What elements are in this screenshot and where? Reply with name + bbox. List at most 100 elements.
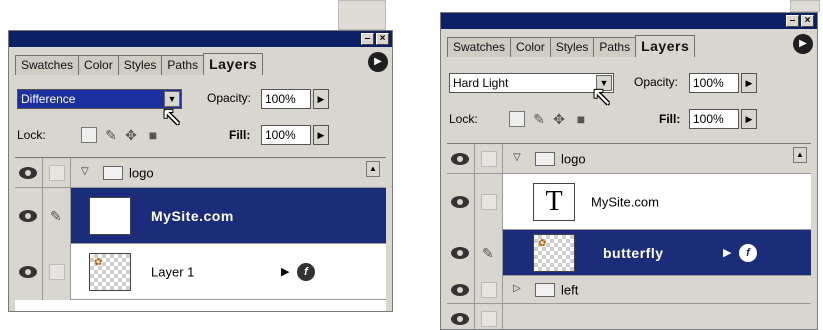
- expand-triangle-icon[interactable]: ▽: [81, 166, 89, 177]
- tab-styles[interactable]: Styles: [117, 55, 163, 75]
- layer-row[interactable]: T MySite.com: [71, 188, 386, 244]
- eye-icon[interactable]: [451, 247, 469, 259]
- layer-group-row[interactable]: ▽ logo ▲: [447, 144, 811, 174]
- layer-thumbnail: ✿: [89, 252, 131, 291]
- link-cell: [475, 174, 503, 230]
- lock-all-icon[interactable]: ■: [145, 127, 161, 143]
- layer-name: Layer 1: [151, 264, 195, 279]
- lock-brush-icon[interactable]: ✎: [531, 111, 547, 127]
- fill-arrow-icon[interactable]: ▶: [313, 125, 329, 145]
- link-box[interactable]: [481, 150, 497, 167]
- fill-field[interactable]: 100%: [261, 125, 311, 145]
- layer-group-row[interactable]: ▷ left: [447, 276, 811, 304]
- eye-icon[interactable]: [19, 266, 37, 278]
- lock-move-icon[interactable]: ✥: [551, 111, 567, 127]
- layer-effects-icon[interactable]: f: [739, 243, 757, 262]
- tab-color[interactable]: Color: [78, 55, 119, 75]
- effects-arrow-icon[interactable]: ▶: [723, 246, 731, 259]
- blend-mode-value: Difference: [21, 92, 76, 106]
- brush-icon[interactable]: ✎: [482, 245, 494, 261]
- eye-icon[interactable]: [451, 196, 469, 208]
- link-box[interactable]: [481, 281, 497, 298]
- eye-cell: [447, 230, 475, 276]
- layers-panel-left: – × Swatches Color Styles Paths Layers ▶…: [8, 30, 393, 312]
- lock-transparency-icon[interactable]: [81, 127, 97, 143]
- butterfly-icon: ✿: [538, 237, 547, 249]
- group-name: logo: [129, 165, 154, 180]
- tab-layers[interactable]: Layers: [203, 53, 264, 75]
- layer-thumbnail: ✿: [533, 233, 575, 272]
- scroll-up-icon[interactable]: ▲: [366, 161, 380, 177]
- tab-paths[interactable]: Paths: [593, 37, 637, 57]
- group-name: logo: [561, 151, 586, 166]
- opacity-arrow-icon[interactable]: ▶: [741, 73, 757, 93]
- link-cell: [43, 244, 71, 300]
- fill-label: Fill:: [659, 112, 681, 126]
- fill-arrow-icon[interactable]: ▶: [741, 109, 757, 129]
- tab-swatches[interactable]: Swatches: [447, 37, 512, 57]
- layer-row[interactable]: T MySite.com: [503, 174, 811, 230]
- tab-styles[interactable]: Styles: [549, 37, 595, 57]
- lock-transparency-icon[interactable]: [509, 111, 525, 127]
- blend-mode-value: Hard Light: [453, 76, 509, 90]
- expand-triangle-icon[interactable]: ▽: [513, 152, 521, 163]
- panel-tabs: Swatches Color Styles Paths Layers: [447, 33, 811, 57]
- lock-move-icon[interactable]: ✥: [123, 127, 139, 143]
- effects-arrow-icon[interactable]: ▶: [281, 265, 289, 278]
- type-layer-thumbnail: T: [533, 182, 575, 221]
- folder-icon: [535, 282, 555, 297]
- group-name: left: [561, 282, 579, 297]
- fill-label: Fill:: [229, 128, 251, 142]
- tab-color[interactable]: Color: [510, 37, 551, 57]
- tab-layers[interactable]: Layers: [635, 35, 696, 57]
- eye-icon[interactable]: [19, 166, 37, 179]
- panel-menu-arrow-icon[interactable]: ▶: [368, 52, 388, 72]
- panel-tabs: Swatches Color Styles Paths Layers: [15, 51, 386, 75]
- panel-menu-arrow-icon[interactable]: ▶: [793, 34, 813, 54]
- link-box[interactable]: [49, 164, 65, 181]
- layer-effects-icon[interactable]: f: [297, 262, 315, 281]
- opacity-label: Opacity:: [634, 75, 679, 89]
- scroll-up-icon[interactable]: ▲: [793, 147, 807, 163]
- eye-cell: [15, 188, 43, 244]
- layer-group-row[interactable]: [447, 304, 811, 329]
- butterfly-icon: ✿: [94, 256, 103, 268]
- tab-paths[interactable]: Paths: [161, 55, 205, 75]
- eye-icon[interactable]: [451, 152, 469, 165]
- mouse-cursor-icon: ↖: [591, 81, 613, 111]
- tab-swatches[interactable]: Swatches: [15, 55, 80, 75]
- link-box[interactable]: [481, 194, 497, 210]
- opacity-field[interactable]: 100%: [689, 73, 739, 93]
- eye-icon[interactable]: [451, 312, 469, 325]
- fill-field[interactable]: 100%: [689, 109, 739, 129]
- brush-icon[interactable]: ✎: [50, 208, 62, 224]
- eye-cell: [15, 244, 43, 300]
- link-box[interactable]: [481, 310, 497, 327]
- opacity-field[interactable]: 100%: [261, 89, 311, 109]
- layer-name: MySite.com: [591, 194, 659, 209]
- eye-icon[interactable]: [451, 283, 469, 296]
- lock-all-icon[interactable]: ■: [573, 111, 589, 127]
- close-icon[interactable]: ×: [801, 15, 814, 27]
- minimize-icon[interactable]: –: [361, 33, 374, 45]
- layer-group-row[interactable]: ▽ logo ▲: [15, 158, 386, 188]
- layer-name: MySite.com: [151, 207, 234, 224]
- minimize-icon[interactable]: –: [786, 15, 799, 27]
- eye-cell: [447, 174, 475, 230]
- blend-mode-select[interactable]: Hard Light ▼: [449, 73, 614, 93]
- folder-icon: [103, 165, 123, 180]
- close-icon[interactable]: ×: [376, 33, 389, 45]
- collapse-triangle-icon[interactable]: ▷: [513, 283, 521, 294]
- blend-mode-select[interactable]: Difference ▼: [17, 89, 182, 109]
- lock-brush-icon[interactable]: ✎: [103, 127, 119, 143]
- layer-row[interactable]: ✿ Layer 1 ▶ f: [71, 244, 386, 300]
- layer-row[interactable]: ✿ butterfly ▶ f: [503, 230, 811, 276]
- link-box[interactable]: [49, 264, 65, 280]
- opacity-arrow-icon[interactable]: ▶: [313, 89, 329, 109]
- type-layer-thumbnail: T: [89, 196, 131, 235]
- opacity-label: Opacity:: [207, 91, 252, 105]
- layers-panel-right: – × Swatches Color Styles Paths Layers ▶…: [440, 12, 818, 330]
- panel-titlebar: – ×: [9, 31, 392, 47]
- eye-icon[interactable]: [19, 210, 37, 222]
- background-window-fragment: [338, 0, 386, 30]
